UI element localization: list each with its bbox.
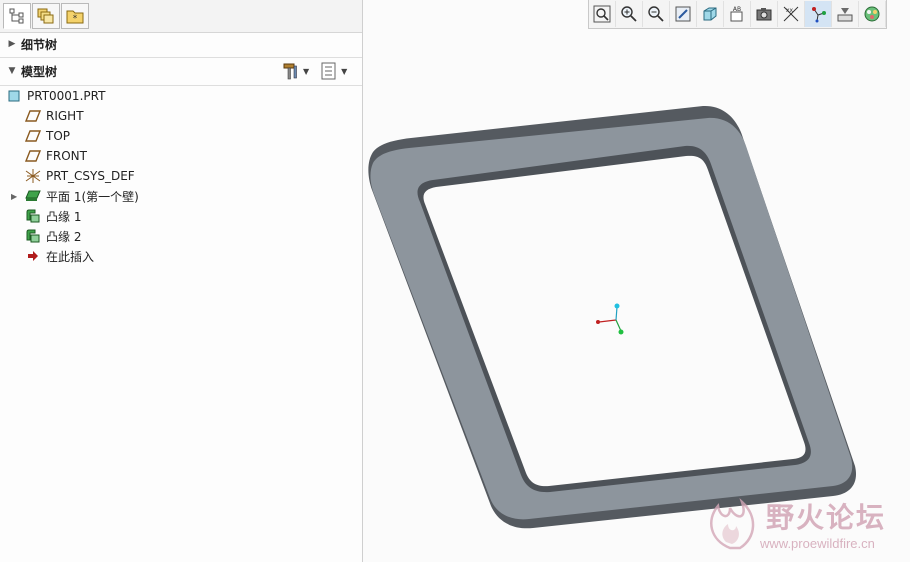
- tree-item-label: 凸缘 2: [46, 229, 82, 244]
- saved-views-button[interactable]: AB: [724, 1, 751, 27]
- tree-item-label: 在此插入: [46, 249, 95, 264]
- spin-center-icon: [812, 7, 826, 23]
- datum-plane-icon: [25, 108, 41, 124]
- tree-item-front[interactable]: FRONT: [25, 146, 87, 166]
- tree-root[interactable]: PRT0001.PRT: [6, 86, 105, 106]
- saved-views-icon: AB: [730, 6, 743, 22]
- settings-dropdown-icon[interactable]: ▼: [341, 67, 347, 76]
- repaint-button[interactable]: [670, 1, 697, 27]
- tree-item-top[interactable]: TOP: [25, 126, 70, 146]
- svg-text:xx: xx: [786, 7, 794, 14]
- navigator-panel: * ▶ 细节树 ▼ 模型树 ▼ ▼ PRT0001.PRT RIGHT TOP …: [0, 0, 363, 562]
- tree-item-label: 平面 1(第一个壁): [46, 189, 139, 204]
- layers-icon: [37, 8, 54, 24]
- zoom-fit-icon: [593, 5, 611, 23]
- datum-plane-icon: [25, 148, 41, 164]
- collapse-arrow-icon[interactable]: ▼: [3, 66, 21, 76]
- tree-item-label: FRONT: [46, 149, 87, 163]
- watermark-title: 野火论坛: [766, 501, 887, 534]
- svg-text:AB: AB: [733, 6, 741, 13]
- appearance-gallery-icon: [864, 6, 880, 22]
- structure-tree-icon: [9, 8, 24, 24]
- navigator-tabbar: *: [0, 0, 362, 33]
- insert-here-arrow-icon: [25, 248, 41, 264]
- tree-item-label: RIGHT: [46, 109, 84, 123]
- display-style-icon: [703, 7, 717, 21]
- hammer-tools-icon[interactable]: [281, 61, 301, 81]
- expand-arrow-icon[interactable]: ▶: [3, 39, 21, 49]
- tree-item-label: TOP: [46, 129, 71, 143]
- coordinate-system-icon: [25, 168, 41, 184]
- tree-item-flange-1[interactable]: 凸缘 1: [25, 206, 81, 226]
- tab-favorites[interactable]: *: [61, 3, 89, 29]
- zoom-out-icon: [648, 6, 664, 22]
- datum-display-icon: xx: [783, 6, 799, 22]
- annotation-display-icon: [837, 8, 853, 22]
- flange-icon: [25, 228, 41, 244]
- zoom-in-icon: [621, 6, 637, 22]
- forum-watermark: 野火论坛 www.proewildfire.cn: [700, 490, 910, 560]
- detail-tree-header[interactable]: ▶ 细节树: [0, 31, 362, 57]
- tree-item-first-wall[interactable]: ▶ 平面 1(第一个壁): [11, 186, 139, 206]
- tree-item-flange-2[interactable]: 凸缘 2: [25, 226, 81, 246]
- repaint-icon: [675, 6, 691, 22]
- tree-item-label: PRT_CSYS_DEF: [46, 169, 135, 183]
- tab-model-tree[interactable]: [3, 3, 31, 29]
- expand-arrow-icon[interactable]: ▶: [11, 192, 17, 201]
- favorites-folder-icon: *: [66, 10, 84, 24]
- tree-root-label: PRT0001.PRT: [27, 89, 106, 103]
- flange-icon: [25, 208, 41, 224]
- graphics-toolbar: AB xx: [588, 0, 887, 29]
- tools-dropdown-icon[interactable]: ▼: [303, 67, 309, 76]
- zoom-out-button[interactable]: [643, 1, 670, 27]
- datum-display-button[interactable]: xx: [778, 1, 805, 27]
- tree-item-insert-here[interactable]: 在此插入: [25, 246, 94, 266]
- appearance-gallery-button[interactable]: [859, 1, 886, 27]
- annotation-display-button[interactable]: [832, 1, 859, 27]
- part-icon: [6, 88, 22, 104]
- graphics-viewport[interactable]: [363, 28, 910, 562]
- tree-item-label: 凸缘 1: [46, 209, 82, 224]
- watermark-url: www.proewildfire.cn: [760, 536, 875, 551]
- model-tree-tools: ▼ ▼: [281, 61, 347, 81]
- spin-center-button[interactable]: [805, 1, 832, 27]
- camera-icon: [756, 8, 772, 21]
- datum-plane-icon: [25, 128, 41, 144]
- tree-settings-icon[interactable]: [319, 61, 339, 81]
- tree-item-right[interactable]: RIGHT: [25, 106, 84, 126]
- display-style-button[interactable]: [697, 1, 724, 27]
- tab-layers[interactable]: [32, 3, 60, 29]
- zoom-in-button[interactable]: [616, 1, 643, 27]
- tree-item-csys[interactable]: PRT_CSYS_DEF: [25, 166, 135, 186]
- sheetmetal-wall-icon: [25, 188, 41, 204]
- zoom-fit-button[interactable]: [589, 1, 616, 27]
- detail-tree-title: 细节树: [21, 37, 58, 52]
- camera-button[interactable]: [751, 1, 778, 27]
- svg-text:*: *: [73, 14, 78, 24]
- model-tree-title: 模型树: [21, 64, 58, 79]
